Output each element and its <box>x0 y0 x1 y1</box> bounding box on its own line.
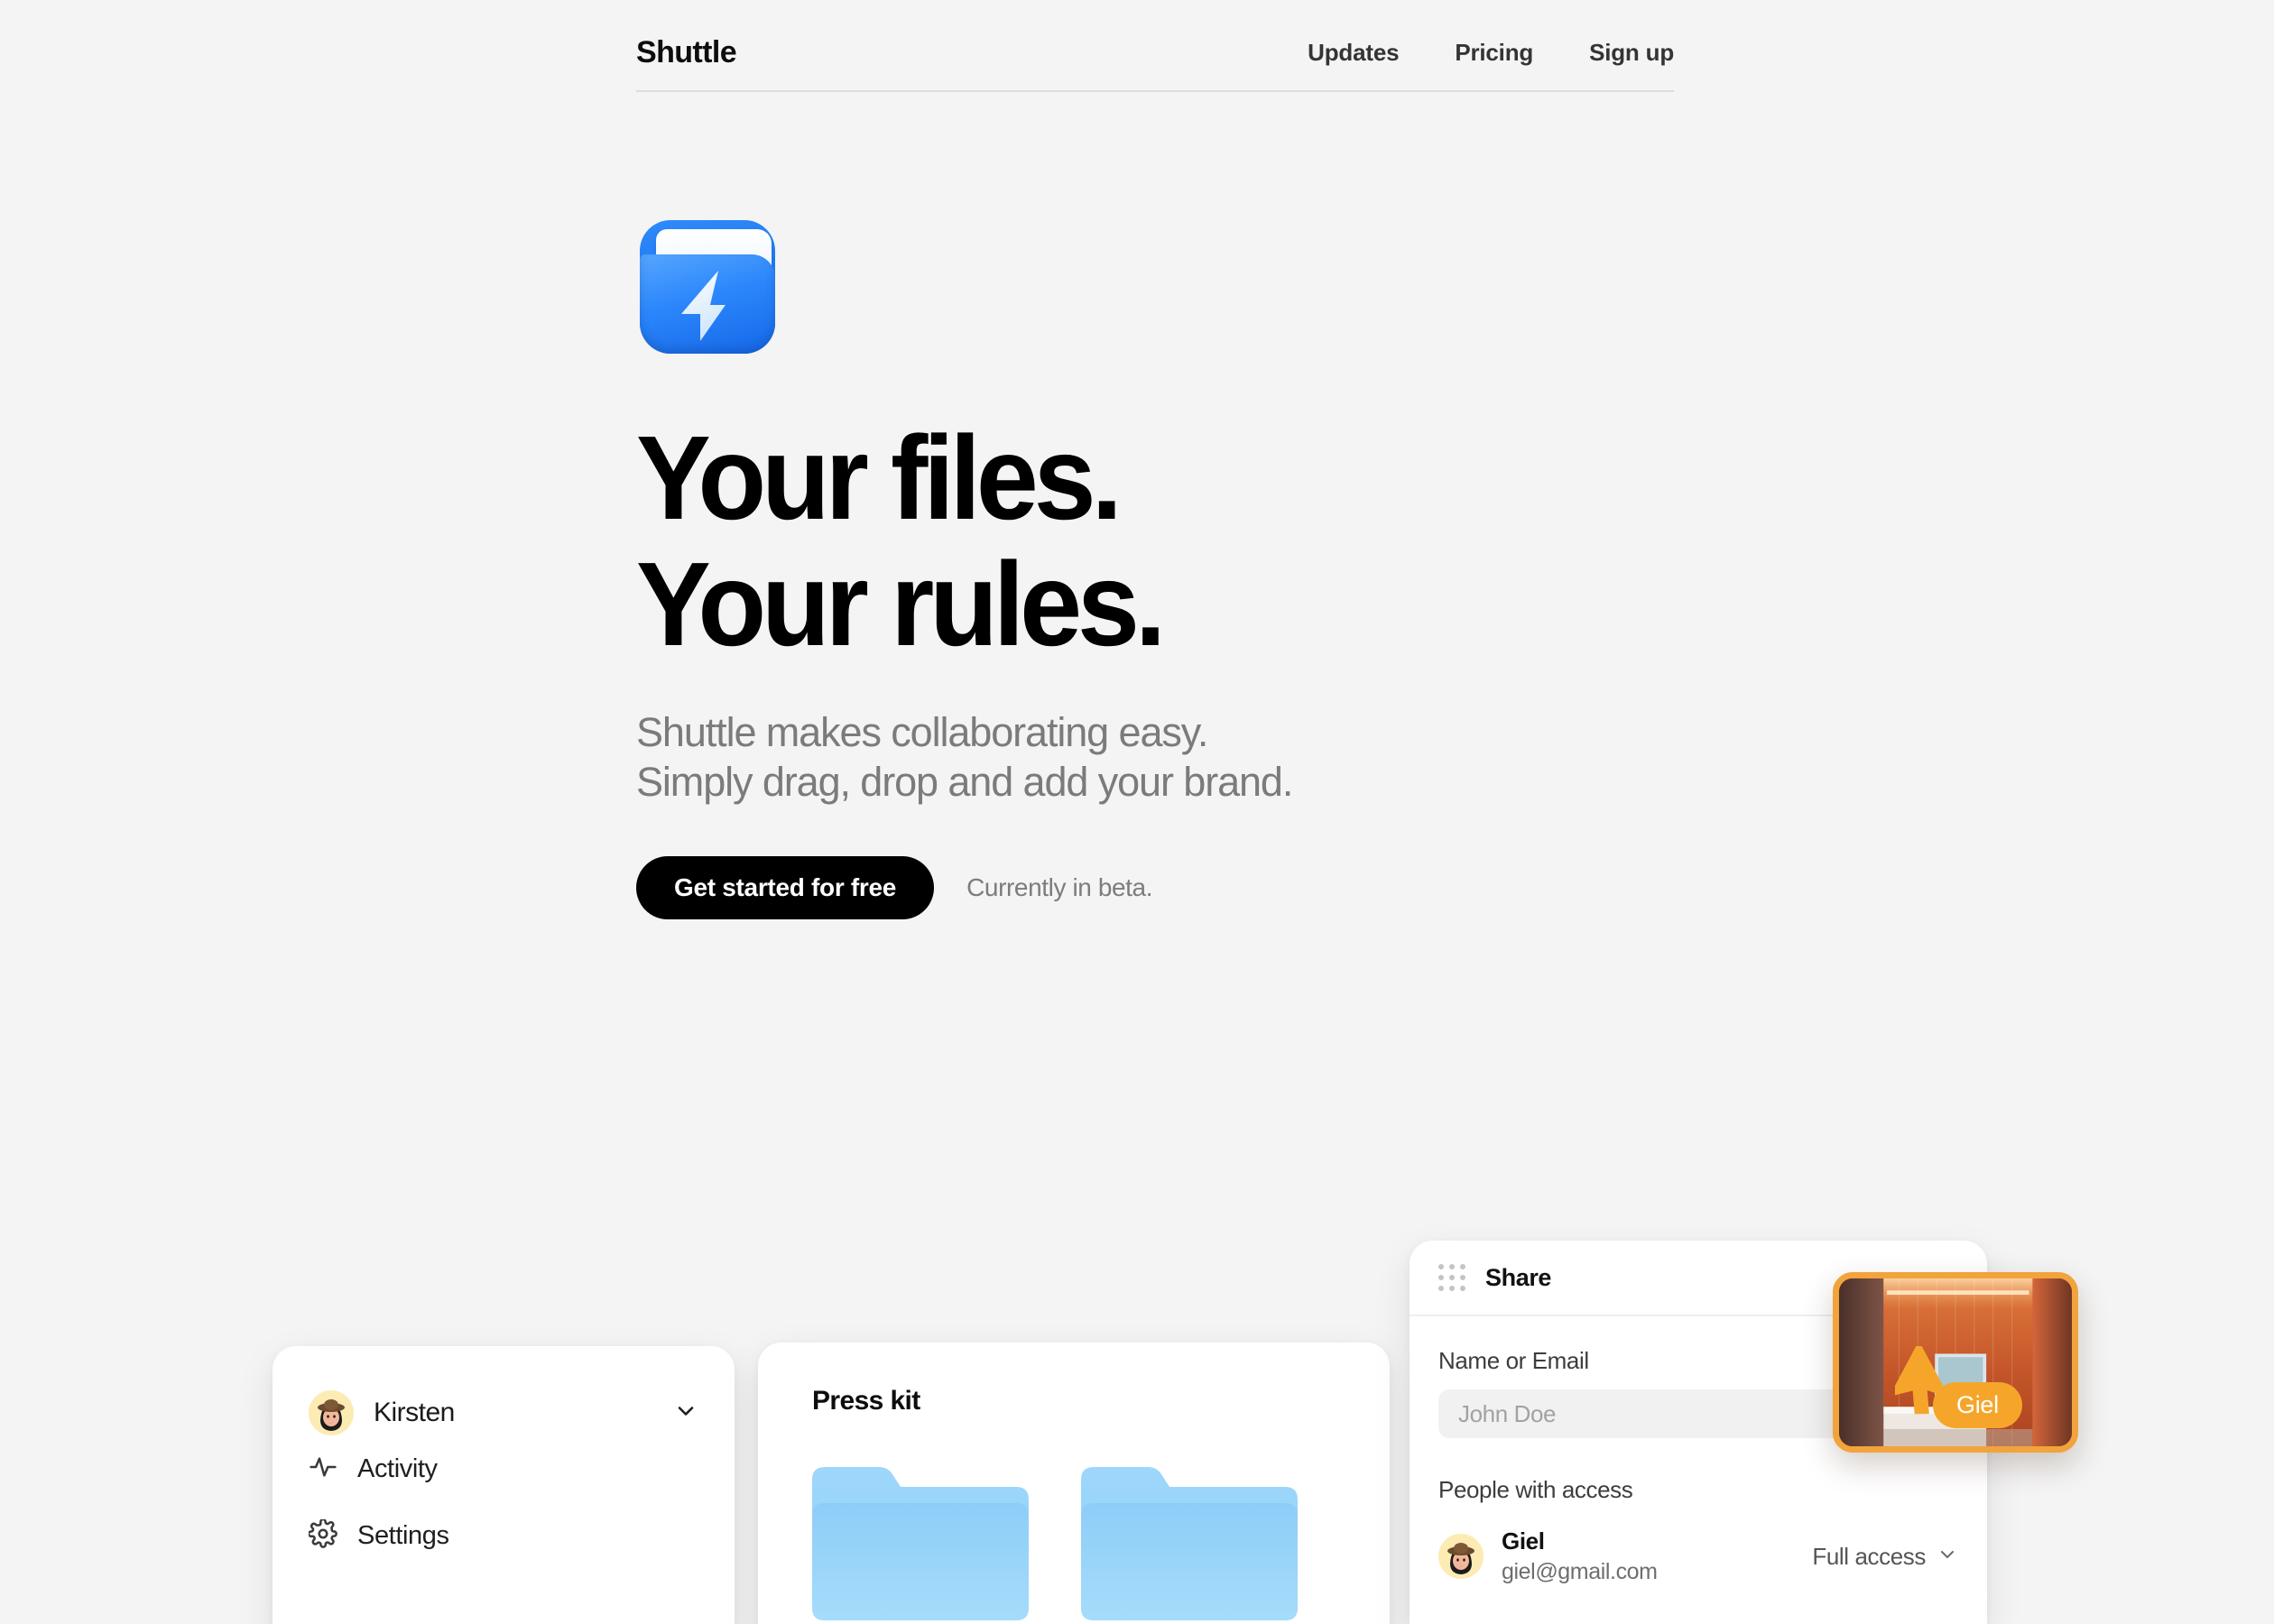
avatar <box>309 1390 354 1435</box>
account-switcher[interactable]: Kirsten <box>309 1380 698 1445</box>
landing-page: Shuttle Updates Pricing Sign up Your fil… <box>0 0 2274 1624</box>
person-name: Giel <box>1502 1527 1545 1555</box>
folder-grid <box>812 1467 1390 1620</box>
memoji-avatar-icon <box>309 1390 354 1435</box>
access-level-value: Full access <box>1812 1542 1926 1570</box>
people-with-access-label: People with access <box>1438 1476 1633 1503</box>
memoji-avatar-icon <box>1438 1534 1484 1579</box>
nav-item-signup[interactable]: Sign up <box>1589 39 1674 67</box>
sidebar-item-settings[interactable]: Settings <box>307 1512 698 1559</box>
beta-note: Currently in beta. <box>966 872 1153 901</box>
get-started-button[interactable]: Get started for free <box>636 855 935 919</box>
hero-section: Your files. Your rules. Shuttle makes co… <box>636 217 1809 919</box>
bolt-glyph <box>681 271 726 341</box>
sidebar-item-label: Settings <box>357 1520 449 1550</box>
grid-dots-icon[interactable] <box>1438 1264 1465 1291</box>
brand-logo[interactable]: Shuttle <box>636 35 737 70</box>
list-item: Giel giel@gmail.com Full access <box>1438 1527 1958 1585</box>
activity-pulse-icon <box>309 1453 337 1486</box>
person-info: Giel giel@gmail.com <box>1502 1527 1658 1585</box>
person-email: giel@gmail.com <box>1502 1559 1658 1584</box>
collab-cursor-label: Giel <box>1933 1382 2022 1428</box>
sidebar-item-label: Activity <box>357 1453 438 1483</box>
folder-icon <box>1081 1467 1298 1620</box>
chevron-down-icon[interactable] <box>673 1398 698 1428</box>
folder-item[interactable] <box>812 1467 1029 1620</box>
cta-row: Get started for free Currently in beta. <box>636 855 1809 919</box>
folder-icon <box>812 1467 1029 1620</box>
main-nav: Updates Pricing Sign up <box>1308 39 1674 67</box>
page-title: Your files. Your rules. <box>636 411 1166 670</box>
site-header: Shuttle Updates Pricing Sign up <box>636 16 1674 88</box>
nav-item-updates[interactable]: Updates <box>1308 39 1399 67</box>
press-kit-title: Press kit <box>812 1386 920 1416</box>
chevron-down-icon <box>1937 1544 1958 1570</box>
sidebar-item-activity[interactable]: Activity <box>309 1445 698 1492</box>
share-panel-title: Share <box>1485 1263 1552 1291</box>
folder-item[interactable] <box>1081 1467 1298 1620</box>
access-level-dropdown[interactable]: Full access <box>1812 1543 1958 1571</box>
hero-subheading: Shuttle makes collaborating easy. Simply… <box>636 708 1293 806</box>
header-divider <box>636 90 1674 92</box>
gear-icon <box>307 1518 337 1553</box>
nav-item-pricing[interactable]: Pricing <box>1455 39 1533 67</box>
account-name: Kirsten <box>374 1398 455 1427</box>
account-sidebar-card: Kirsten Activity Settings <box>273 1346 735 1624</box>
press-kit-card: Press kit <box>758 1343 1390 1624</box>
blue-folder-bolt-icon <box>636 217 782 368</box>
avatar <box>1438 1534 1484 1579</box>
